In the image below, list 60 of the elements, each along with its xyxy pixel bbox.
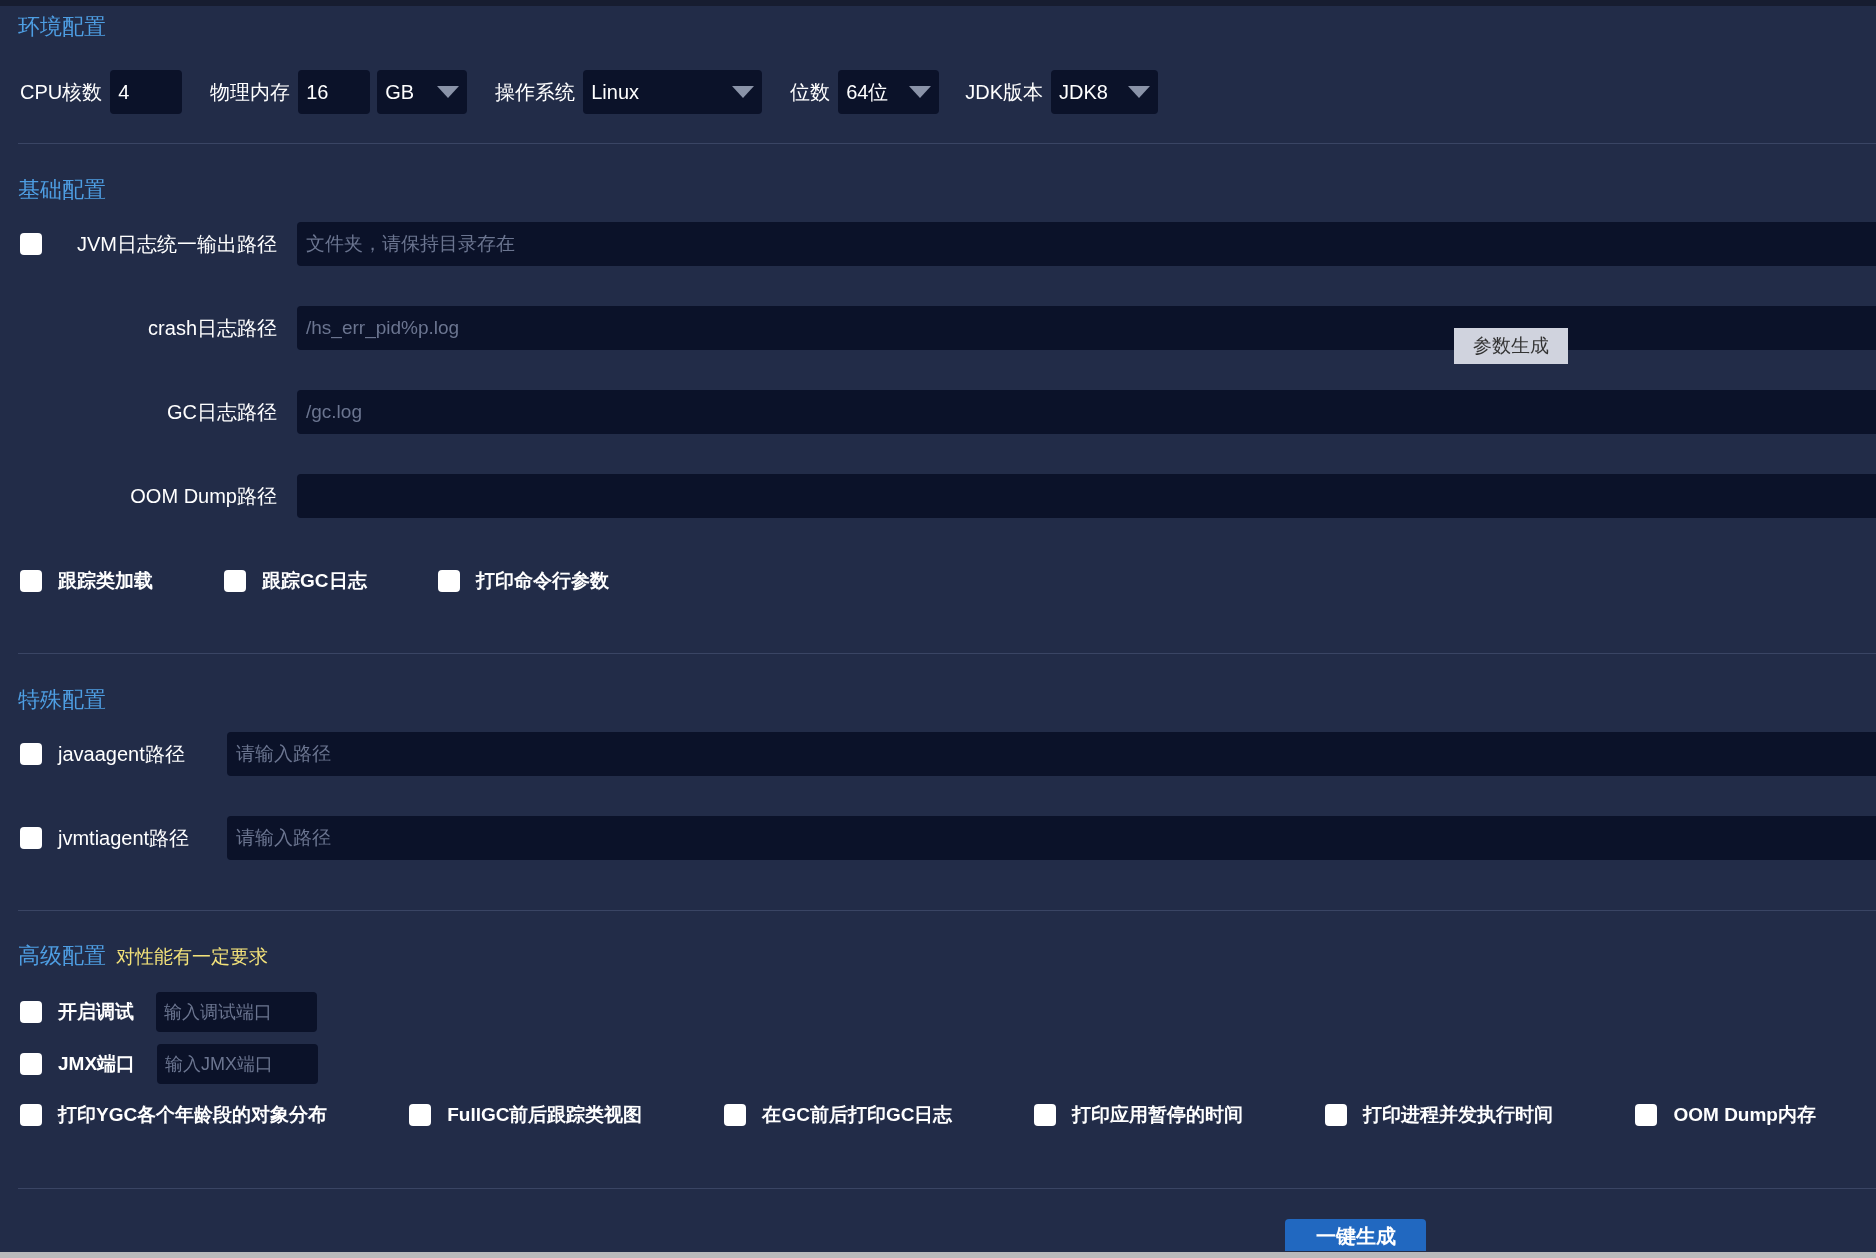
option-label: 打印进程并发执行时间 (1363, 1103, 1554, 1127)
checkbox[interactable] (20, 1104, 42, 1126)
checkbox[interactable] (224, 570, 246, 592)
select-field[interactable]: 64位 (838, 70, 940, 114)
option-label: FullGC前后跟踪类视图 (447, 1103, 643, 1127)
select-field[interactable]: GB (377, 70, 468, 114)
checkbox[interactable] (20, 570, 42, 592)
option-label: 跟踪GC日志 (262, 569, 367, 593)
option-label: 打印应用暂停的时间 (1072, 1103, 1244, 1127)
section-title: 基础配置 (18, 176, 106, 204)
caret-icon (1128, 86, 1151, 98)
field-label: 操作系统 (495, 79, 576, 105)
checkbox[interactable] (20, 743, 42, 765)
checkbox[interactable] (437, 570, 460, 592)
input-field[interactable]: 4 (110, 70, 183, 114)
option-label: 跟踪类加载 (58, 569, 153, 593)
field-label: jvmtiagent路径 (58, 825, 190, 851)
field-label: 开启调试 (58, 1000, 134, 1024)
checkbox[interactable] (20, 827, 42, 849)
option-label: 打印命令行参数 (475, 569, 609, 593)
checkbox[interactable] (1034, 1104, 1057, 1126)
input-field[interactable]: 16 (298, 70, 371, 114)
option-label: OOM Dump内存 (1673, 1103, 1816, 1127)
checkbox[interactable] (20, 1001, 42, 1023)
checkbox[interactable] (409, 1104, 432, 1126)
field-label: GC日志路径 (167, 399, 277, 425)
select-field[interactable]: Linux (583, 70, 763, 114)
checkbox[interactable] (724, 1104, 747, 1126)
field-label: 物理内存 (210, 79, 291, 105)
field-label: JDK版本 (965, 79, 1044, 105)
generate-params-button[interactable]: 参数生成 (1454, 328, 1568, 364)
input-field[interactable] (297, 474, 1876, 518)
field-label: 位数 (790, 79, 831, 105)
field-label: OOM Dump路径 (130, 483, 277, 509)
input-field[interactable]: /gc.log (297, 390, 1876, 434)
section-title: 高级配置 (18, 942, 106, 970)
select-field[interactable]: JDK8 (1051, 70, 1159, 114)
caret-icon (732, 86, 755, 98)
checkbox[interactable] (1635, 1104, 1658, 1126)
checkbox[interactable] (20, 1053, 42, 1075)
section-title: 特殊配置 (18, 686, 106, 714)
input-field[interactable]: 请输入路径 (227, 816, 1876, 860)
input-field[interactable]: 文件夹，请保持目录存在 (297, 222, 1876, 266)
generate-button[interactable]: 一键生成 (1285, 1219, 1426, 1251)
checkbox[interactable] (20, 233, 42, 255)
input-field[interactable]: 输入调试端口 (156, 992, 317, 1032)
checkbox[interactable] (1325, 1104, 1348, 1126)
section-note: 对性能有一定要求 (116, 945, 268, 969)
field-label: JVM日志统一输出路径 (77, 231, 277, 257)
input-field[interactable]: 输入JMX端口 (157, 1044, 319, 1084)
option-label: 在GC前后打印GC日志 (762, 1103, 953, 1127)
field-label: crash日志路径 (148, 315, 277, 341)
section-title: 环境配置 (18, 13, 106, 41)
field-label: CPU核数 (20, 79, 103, 105)
input-field[interactable]: 请输入路径 (227, 732, 1876, 776)
field-label: JMX端口 (58, 1052, 136, 1076)
option-label: 打印YGC各个年龄段的对象分布 (58, 1103, 328, 1127)
field-label: javaagent路径 (58, 741, 185, 767)
caret-icon (909, 86, 932, 98)
caret-icon (437, 86, 460, 98)
